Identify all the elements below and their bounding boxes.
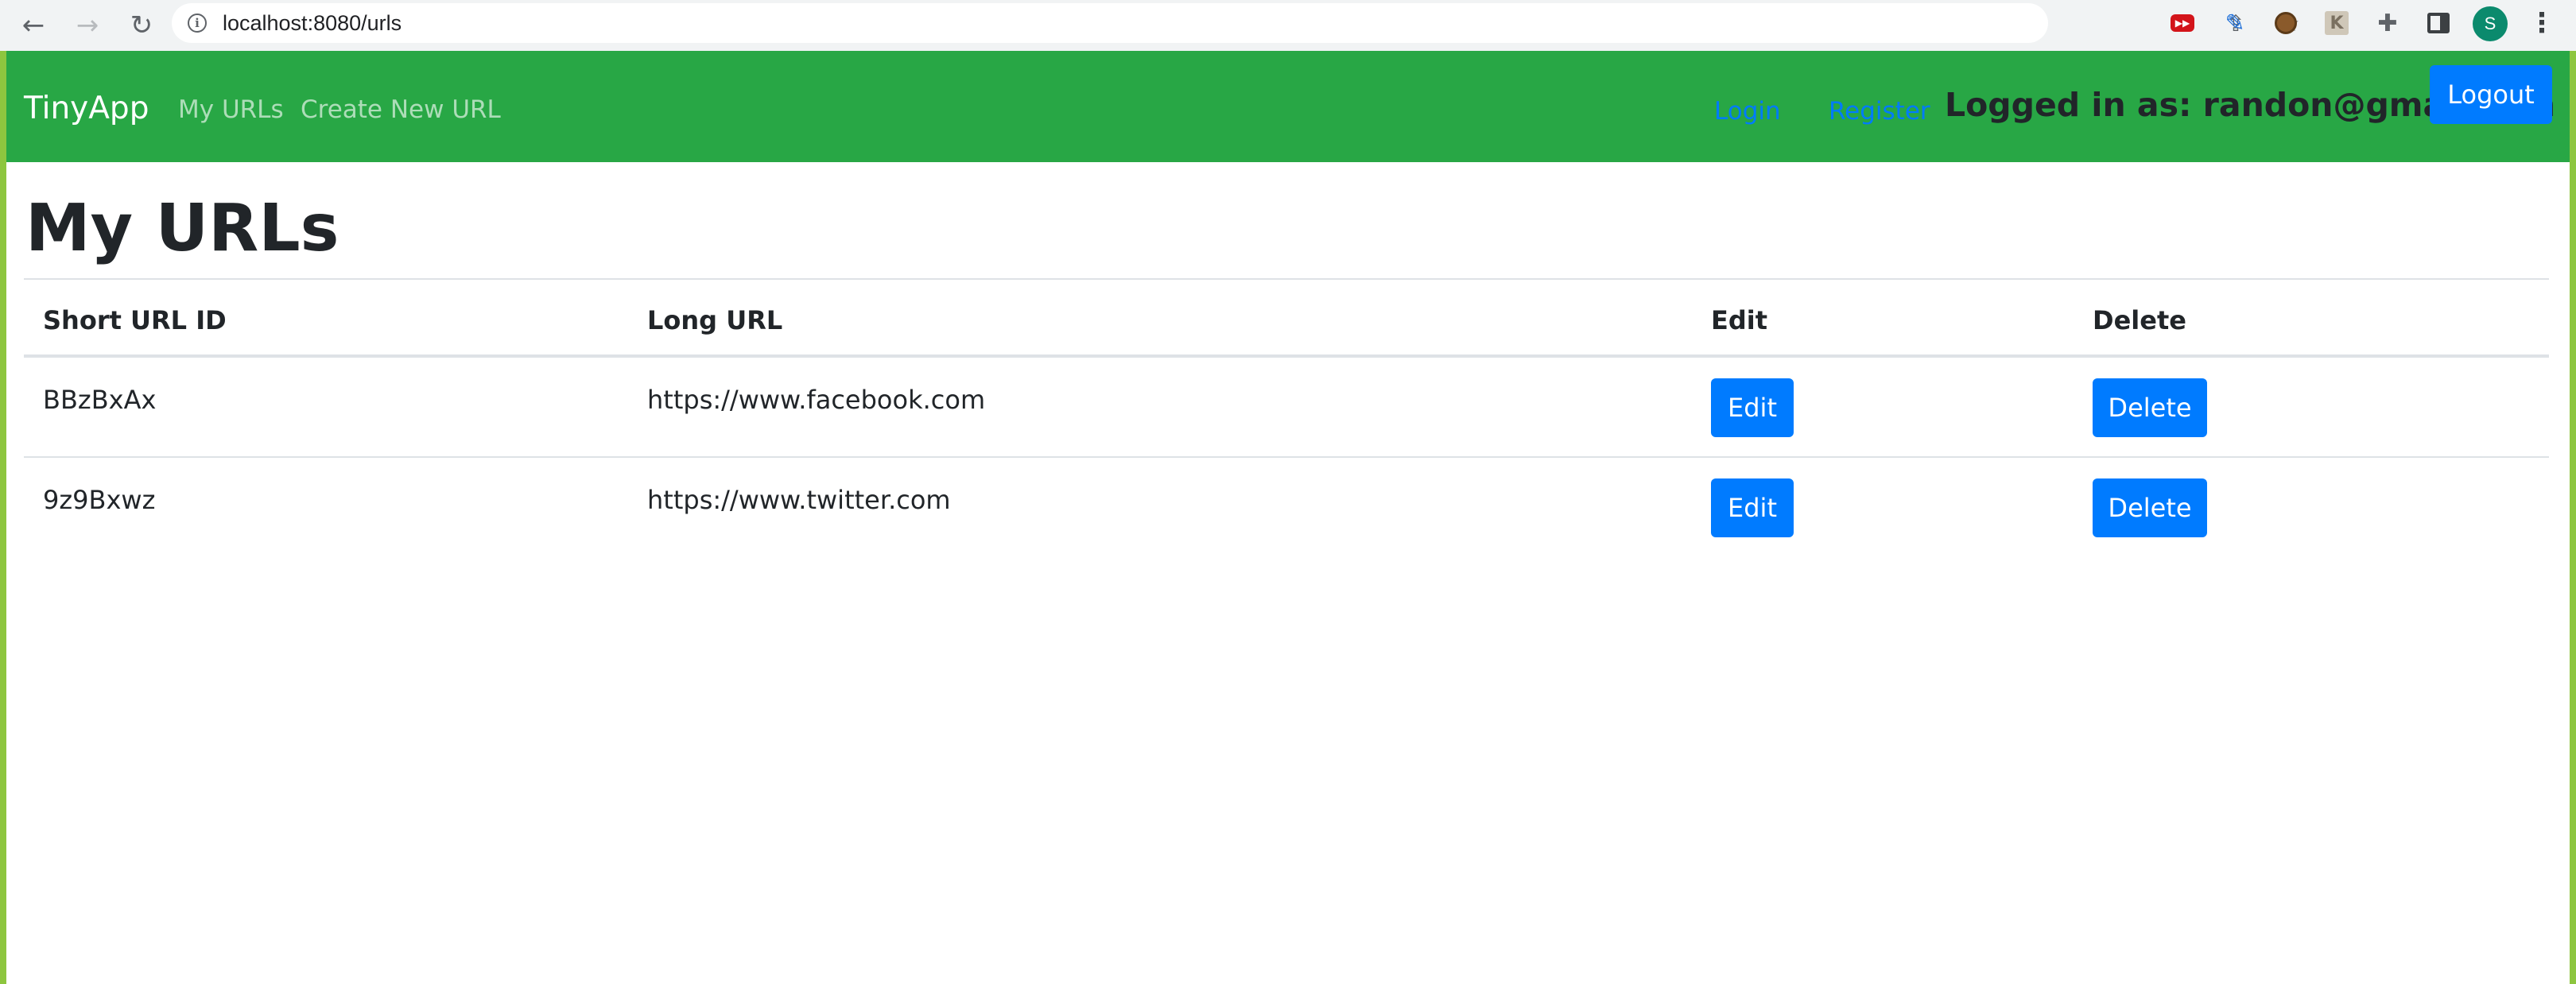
nav-link-my-urls[interactable]: My URLs: [178, 95, 284, 124]
browser-menu-icon[interactable]: ⋮: [2528, 7, 2555, 39]
delete-button[interactable]: Delete: [2093, 378, 2207, 437]
table-top-divider: [24, 278, 2549, 280]
login-link[interactable]: Login: [1714, 97, 1781, 126]
k-extension-icon[interactable]: K: [2323, 10, 2350, 37]
feather-extension-icon[interactable]: ✎: [2221, 10, 2248, 37]
forward-arrow-icon[interactable]: →: [65, 3, 110, 48]
navbar-brand[interactable]: TinyApp: [24, 91, 149, 126]
nav-link-create-new-url[interactable]: Create New URL: [301, 95, 501, 124]
short-url-id: BBzBxAx: [43, 385, 157, 415]
site-info-icon[interactable]: i: [188, 14, 207, 33]
address-bar-url[interactable]: localhost:8080/urls: [223, 11, 402, 36]
edit-button[interactable]: Edit: [1711, 378, 1794, 437]
reload-icon[interactable]: ↻: [119, 3, 164, 48]
navbar: TinyApp My URLs Create New URL Login Reg…: [6, 51, 2570, 162]
long-url: https://www.twitter.com: [647, 485, 951, 515]
extensions-puzzle-icon[interactable]: ✚: [2374, 10, 2401, 37]
table-row-divider: [24, 456, 2549, 458]
cookie-extension-icon[interactable]: [2272, 10, 2299, 37]
header-edit: Edit: [1711, 305, 1768, 335]
profile-avatar[interactable]: S: [2473, 6, 2508, 41]
header-short-url-id: Short URL ID: [43, 305, 227, 335]
edit-button[interactable]: Edit: [1711, 478, 1794, 537]
delete-button[interactable]: Delete: [2093, 478, 2207, 537]
header-delete: Delete: [2093, 305, 2186, 335]
side-panel-icon[interactable]: [2425, 10, 2452, 37]
table-header-divider: [24, 354, 2549, 358]
header-long-url: Long URL: [647, 305, 783, 335]
youtube-extension-icon[interactable]: ▶▶: [2169, 10, 2196, 37]
address-bar[interactable]: i localhost:8080/urls ⇪ ☆: [172, 3, 2300, 43]
back-arrow-icon[interactable]: ←: [11, 3, 56, 48]
logout-button[interactable]: Logout: [2430, 65, 2552, 124]
short-url-id: 9z9Bxwz: [43, 485, 156, 515]
profile-initial: S: [2473, 6, 2508, 41]
browser-toolbar: ← → ↻ i localhost:8080/urls ⇪ ☆ ▶▶ ✎ K ✚…: [0, 0, 2576, 51]
long-url: https://www.facebook.com: [647, 385, 986, 415]
register-link[interactable]: Register: [1829, 97, 1930, 126]
page-title: My URLs: [25, 191, 339, 266]
